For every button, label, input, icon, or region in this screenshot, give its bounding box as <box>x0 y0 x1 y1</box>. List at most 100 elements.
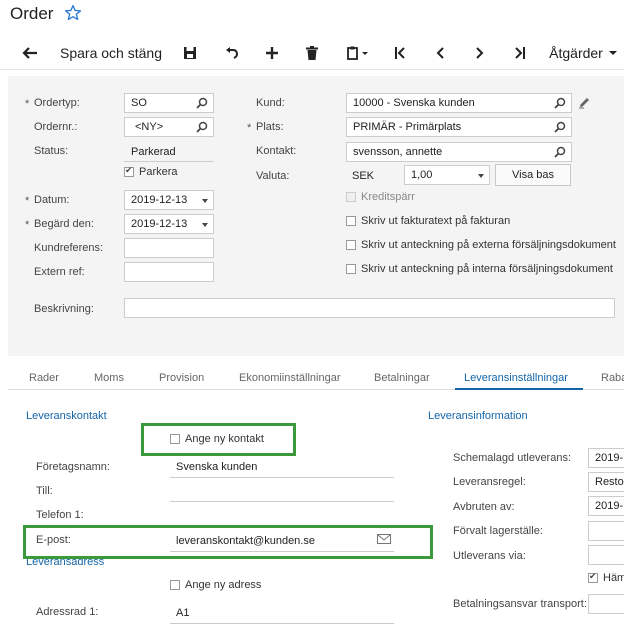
highlight-box-epost <box>23 525 433 559</box>
valuta-rate-field[interactable]: 1,00 <box>404 165 490 185</box>
fakturatext-checkbox[interactable] <box>346 216 356 226</box>
copy-paste-menu-button[interactable] <box>338 36 378 70</box>
begard-label: Begärd den: <box>34 218 94 230</box>
visa-bas-button[interactable]: Visa bas <box>495 164 571 186</box>
extern-ref-label: Extern ref: <box>34 266 85 278</box>
foretagsnamn-value[interactable]: Svenska kunden <box>176 461 257 473</box>
undo-icon <box>226 47 239 59</box>
active-tab-indicator <box>455 388 583 390</box>
search-icon[interactable] <box>554 121 566 133</box>
parkera-label: Parkera <box>139 166 178 178</box>
chevron-right-icon <box>476 47 484 59</box>
required-mark: * <box>247 122 252 134</box>
begard-field[interactable]: 2019-12-13 <box>124 214 214 234</box>
delete-button[interactable] <box>298 36 326 70</box>
previous-record-button[interactable] <box>426 36 454 70</box>
first-record-button[interactable] <box>386 36 414 70</box>
kreditsparr-label: Kreditspärr <box>361 191 415 203</box>
valuta-value: SEK <box>352 170 375 182</box>
fakturatext-label: Skriv ut fakturatext på fakturan <box>361 215 511 227</box>
till-label: Till: <box>36 485 53 497</box>
undo-button[interactable] <box>218 36 246 70</box>
search-icon[interactable] <box>196 121 208 133</box>
ham-checkbox[interactable] <box>588 571 598 583</box>
tab-betalningar[interactable]: Betalningar <box>374 372 430 384</box>
required-mark: * <box>25 219 30 231</box>
save-close-button[interactable]: Spara och stäng <box>56 36 166 70</box>
interna-checkbox[interactable] <box>346 264 356 274</box>
adressrad-underline <box>170 623 394 624</box>
clipboard-icon <box>347 46 368 60</box>
externa-label: Skriv ut anteckning på externa försäljni… <box>361 239 616 251</box>
kundreferens-label: Kundreferens: <box>34 242 104 254</box>
first-icon <box>395 47 405 59</box>
valuta-label: Valuta: <box>256 170 290 182</box>
dropdown-arrow-icon[interactable] <box>478 174 484 178</box>
tab-rabatter[interactable]: Raba <box>601 372 624 384</box>
plats-label: Plats: <box>256 121 284 133</box>
caret-down-icon <box>608 51 617 55</box>
externa-checkbox[interactable] <box>346 240 356 250</box>
kreditsparr-checkbox <box>346 192 356 202</box>
favorite-star-icon[interactable] <box>64 4 82 22</box>
tab-leveransinstallningar[interactable]: Leveransinställningar <box>464 372 568 384</box>
beskrivning-field[interactable] <box>124 298 615 318</box>
ordernr-field[interactable]: <NY> <box>124 117 214 137</box>
kund-field[interactable]: 10000 - Svenska kunden <box>346 93 572 113</box>
dropdown-arrow-icon[interactable] <box>202 223 208 227</box>
ordertyp-field[interactable]: SO <box>124 93 214 113</box>
actions-menu-button[interactable]: Åtgärder <box>546 36 622 70</box>
ham-label: Häm <box>603 572 624 584</box>
schemalagd-field[interactable]: 2019-1 <box>588 448 624 468</box>
tab-moms[interactable]: Moms <box>94 372 124 384</box>
toolbar: Spara och stäng Åtgärder <box>0 36 624 70</box>
ny-adress-checkbox[interactable] <box>170 580 180 590</box>
status-label: Status: <box>34 145 69 157</box>
tab-ekonomiinstallningar[interactable]: Ekonomiinställningar <box>239 372 341 384</box>
foretagsnamn-underline <box>170 477 394 478</box>
save-button[interactable] <box>176 36 204 70</box>
ny-adress-label: Ange ny adress <box>185 579 262 591</box>
last-record-button[interactable] <box>506 36 534 70</box>
add-button[interactable] <box>258 36 286 70</box>
tab-rader[interactable]: Rader <box>29 372 59 384</box>
interna-label: Skriv ut anteckning på interna försäljni… <box>361 263 613 275</box>
leveransregel-field[interactable]: Resto <box>588 472 624 492</box>
kundreferens-field[interactable] <box>124 238 214 258</box>
dropdown-arrow-icon[interactable] <box>202 199 208 203</box>
search-icon[interactable] <box>196 97 208 109</box>
leveransinformation-heading: Leveransinformation <box>428 410 528 422</box>
page-title: Order <box>10 4 54 23</box>
search-icon[interactable] <box>554 146 566 158</box>
kontakt-field[interactable]: svensson, annette <box>346 142 572 162</box>
extern-ref-field[interactable] <box>124 262 214 282</box>
last-icon <box>515 47 525 59</box>
parkera-checkbox[interactable] <box>124 165 134 177</box>
leveranskontakt-heading: Leveranskontakt <box>26 410 107 422</box>
plats-field[interactable]: PRIMÄR - Primärplats <box>346 117 572 137</box>
utleverans-field[interactable] <box>588 545 624 565</box>
datum-field[interactable]: 2019-12-13 <box>124 190 214 210</box>
tab-provision[interactable]: Provision <box>159 372 204 384</box>
next-record-button[interactable] <box>466 36 494 70</box>
lagerstalle-field[interactable] <box>588 521 624 541</box>
schemalagd-label: Schemalagd utleverans: <box>453 452 572 464</box>
highlight-box-ny-kontakt <box>141 423 296 456</box>
telefon-label: Telefon 1: <box>36 509 84 521</box>
kund-label: Kund: <box>256 97 285 109</box>
status-underline <box>124 161 214 162</box>
required-mark: * <box>25 98 30 110</box>
beskrivning-label: Beskrivning: <box>34 303 94 315</box>
avbruten-field[interactable]: 2019-1 <box>588 496 624 516</box>
ordernr-label: Ordernr.: <box>34 121 78 133</box>
required-mark: * <box>25 195 30 207</box>
edit-pencil-icon[interactable] <box>578 96 591 109</box>
lagerstalle-label: Förvalt lagerställe: <box>453 525 543 537</box>
trash-icon <box>306 46 318 60</box>
save-icon <box>184 47 196 59</box>
search-icon[interactable] <box>554 97 566 109</box>
betalningsansvar-label: Betalningsansvar transport: <box>453 598 587 610</box>
adressrad-value[interactable]: A1 <box>176 607 189 619</box>
betalningsansvar-field[interactable] <box>588 594 624 614</box>
back-button[interactable] <box>14 36 46 70</box>
